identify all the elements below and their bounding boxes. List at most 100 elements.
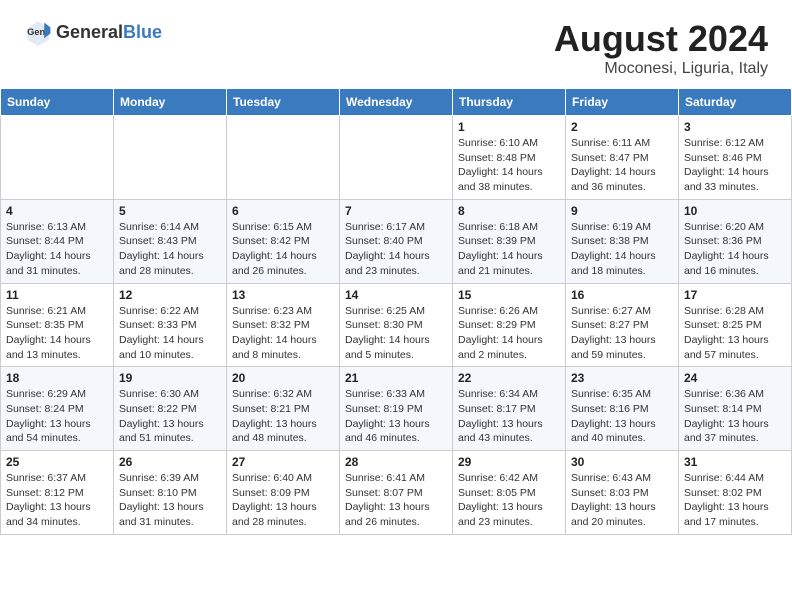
calendar-cell: 13Sunrise: 6:23 AM Sunset: 8:32 PM Dayli… [227, 283, 340, 367]
day-info: Sunrise: 6:28 AM Sunset: 8:25 PM Dayligh… [684, 304, 786, 363]
day-number: 16 [571, 288, 673, 302]
day-info: Sunrise: 6:21 AM Sunset: 8:35 PM Dayligh… [6, 304, 108, 363]
logo-general: General [56, 22, 123, 42]
weekday-header: Friday [566, 89, 679, 116]
day-number: 26 [119, 455, 221, 469]
day-info: Sunrise: 6:26 AM Sunset: 8:29 PM Dayligh… [458, 304, 560, 363]
day-number: 20 [232, 371, 334, 385]
weekday-header: Sunday [1, 89, 114, 116]
svg-text:Gen: Gen [27, 27, 45, 37]
day-number: 22 [458, 371, 560, 385]
day-number: 9 [571, 204, 673, 218]
day-number: 18 [6, 371, 108, 385]
day-info: Sunrise: 6:27 AM Sunset: 8:27 PM Dayligh… [571, 304, 673, 363]
day-info: Sunrise: 6:20 AM Sunset: 8:36 PM Dayligh… [684, 220, 786, 279]
logo: Gen GeneralBlue [24, 18, 162, 46]
calendar-week-row: 4Sunrise: 6:13 AM Sunset: 8:44 PM Daylig… [1, 199, 792, 283]
day-number: 2 [571, 120, 673, 134]
day-info: Sunrise: 6:42 AM Sunset: 8:05 PM Dayligh… [458, 471, 560, 530]
day-number: 28 [345, 455, 447, 469]
day-number: 6 [232, 204, 334, 218]
calendar-cell: 15 Sunrise: 6:26 AM Sunset: 8:29 PM Dayli… [453, 283, 566, 367]
calendar-cell [227, 116, 340, 200]
calendar-cell: 19 Sunrise: 6:30 AM Sunset: 8:22 PM Dayli… [114, 367, 227, 451]
day-info: Sunrise: 6:30 AM Sunset: 8:22 PM Dayligh… [119, 387, 221, 446]
day-number: 15 [458, 288, 560, 302]
calendar-week-row: 25 Sunrise: 6:37 AM Sunset: 8:12 PM Dayli… [1, 451, 792, 535]
calendar-cell: 30 Sunrise: 6:43 AM Sunset: 8:03 PM Dayli… [566, 451, 679, 535]
day-number: 29 [458, 455, 560, 469]
day-number: 5 [119, 204, 221, 218]
calendar-cell: 24Sunrise: 6:36 AM Sunset: 8:14 PM Dayli… [679, 367, 792, 451]
calendar-cell: 20 Sunrise: 6:32 AM Sunset: 8:21 PM Dayli… [227, 367, 340, 451]
day-number: 3 [684, 120, 786, 134]
day-info: Sunrise: 6:15 AM Sunset: 8:42 PM Dayligh… [232, 220, 334, 279]
day-number: 24 [684, 371, 786, 385]
calendar-cell: 7 Sunrise: 6:17 AM Sunset: 8:40 PM Daylig… [340, 199, 453, 283]
day-number: 19 [119, 371, 221, 385]
day-number: 11 [6, 288, 108, 302]
day-info: Sunrise: 6:22 AM Sunset: 8:33 PM Dayligh… [119, 304, 221, 363]
calendar-cell: 23 Sunrise: 6:35 AM Sunset: 8:16 PM Dayli… [566, 367, 679, 451]
day-number: 1 [458, 120, 560, 134]
calendar-week-row: 18 Sunrise: 6:29 AM Sunset: 8:24 PM Dayli… [1, 367, 792, 451]
calendar-cell: 6 Sunrise: 6:15 AM Sunset: 8:42 PM Daylig… [227, 199, 340, 283]
weekday-header: Saturday [679, 89, 792, 116]
calendar-cell [114, 116, 227, 200]
calendar-cell: 29 Sunrise: 6:42 AM Sunset: 8:05 PM Dayli… [453, 451, 566, 535]
calendar-cell: 21 Sunrise: 6:33 AM Sunset: 8:19 PM Dayli… [340, 367, 453, 451]
calendar-cell: 16 Sunrise: 6:27 AM Sunset: 8:27 PM Dayli… [566, 283, 679, 367]
day-info: Sunrise: 6:10 AM Sunset: 8:48 PM Dayligh… [458, 136, 560, 195]
calendar-cell: 2 Sunrise: 6:11 AM Sunset: 8:47 PM Daylig… [566, 116, 679, 200]
day-number: 8 [458, 204, 560, 218]
calendar-cell: 28 Sunrise: 6:41 AM Sunset: 8:07 PM Dayli… [340, 451, 453, 535]
day-info: Sunrise: 6:29 AM Sunset: 8:24 PM Dayligh… [6, 387, 108, 446]
day-info: Sunrise: 6:12 AM Sunset: 8:46 PM Dayligh… [684, 136, 786, 195]
day-info: Sunrise: 6:14 AM Sunset: 8:43 PM Dayligh… [119, 220, 221, 279]
weekday-header: Wednesday [340, 89, 453, 116]
day-info: Sunrise: 6:43 AM Sunset: 8:03 PM Dayligh… [571, 471, 673, 530]
calendar-cell: 31 Sunrise: 6:44 AM Sunset: 8:02 PM Dayli… [679, 451, 792, 535]
location-subtitle: Moconesi, Liguria, Italy [554, 60, 768, 78]
day-number: 25 [6, 455, 108, 469]
day-info: Sunrise: 6:19 AM Sunset: 8:38 PM Dayligh… [571, 220, 673, 279]
calendar-cell: 1 Sunrise: 6:10 AM Sunset: 8:48 PM Daylig… [453, 116, 566, 200]
calendar-cell: 4Sunrise: 6:13 AM Sunset: 8:44 PM Daylig… [1, 199, 114, 283]
calendar-cell: 27 Sunrise: 6:40 AM Sunset: 8:09 PM Dayli… [227, 451, 340, 535]
calendar-table: SundayMondayTuesdayWednesdayThursdayFrid… [0, 88, 792, 535]
day-info: Sunrise: 6:33 AM Sunset: 8:19 PM Dayligh… [345, 387, 447, 446]
day-info: Sunrise: 6:23 AM Sunset: 8:32 PM Dayligh… [232, 304, 334, 363]
day-info: Sunrise: 6:37 AM Sunset: 8:12 PM Dayligh… [6, 471, 108, 530]
day-info: Sunrise: 6:44 AM Sunset: 8:02 PM Dayligh… [684, 471, 786, 530]
calendar-cell: 11 Sunrise: 6:21 AM Sunset: 8:35 PM Dayli… [1, 283, 114, 367]
weekday-header: Tuesday [227, 89, 340, 116]
calendar-cell: 10Sunrise: 6:20 AM Sunset: 8:36 PM Dayli… [679, 199, 792, 283]
calendar-week-row: 1 Sunrise: 6:10 AM Sunset: 8:48 PM Daylig… [1, 116, 792, 200]
day-number: 7 [345, 204, 447, 218]
title-block: August 2024 Moconesi, Liguria, Italy [554, 18, 768, 78]
weekday-header: Monday [114, 89, 227, 116]
calendar-cell [1, 116, 114, 200]
calendar-cell [340, 116, 453, 200]
day-info: Sunrise: 6:17 AM Sunset: 8:40 PM Dayligh… [345, 220, 447, 279]
day-number: 31 [684, 455, 786, 469]
day-info: Sunrise: 6:35 AM Sunset: 8:16 PM Dayligh… [571, 387, 673, 446]
day-info: Sunrise: 6:32 AM Sunset: 8:21 PM Dayligh… [232, 387, 334, 446]
logo-blue: Blue [123, 22, 162, 42]
day-info: Sunrise: 6:41 AM Sunset: 8:07 PM Dayligh… [345, 471, 447, 530]
day-number: 27 [232, 455, 334, 469]
calendar-cell: 26Sunrise: 6:39 AM Sunset: 8:10 PM Dayli… [114, 451, 227, 535]
page-header: Gen GeneralBlue August 2024 Moconesi, Li… [0, 0, 792, 88]
calendar-cell: 18 Sunrise: 6:29 AM Sunset: 8:24 PM Dayli… [1, 367, 114, 451]
calendar-week-row: 11 Sunrise: 6:21 AM Sunset: 8:35 PM Dayli… [1, 283, 792, 367]
day-info: Sunrise: 6:18 AM Sunset: 8:39 PM Dayligh… [458, 220, 560, 279]
day-number: 21 [345, 371, 447, 385]
day-number: 23 [571, 371, 673, 385]
calendar-cell: 3 Sunrise: 6:12 AM Sunset: 8:46 PM Daylig… [679, 116, 792, 200]
day-info: Sunrise: 6:11 AM Sunset: 8:47 PM Dayligh… [571, 136, 673, 195]
day-number: 12 [119, 288, 221, 302]
calendar-cell: 9 Sunrise: 6:19 AM Sunset: 8:38 PM Daylig… [566, 199, 679, 283]
day-info: Sunrise: 6:40 AM Sunset: 8:09 PM Dayligh… [232, 471, 334, 530]
day-number: 30 [571, 455, 673, 469]
calendar-cell: 5 Sunrise: 6:14 AM Sunset: 8:43 PM Daylig… [114, 199, 227, 283]
